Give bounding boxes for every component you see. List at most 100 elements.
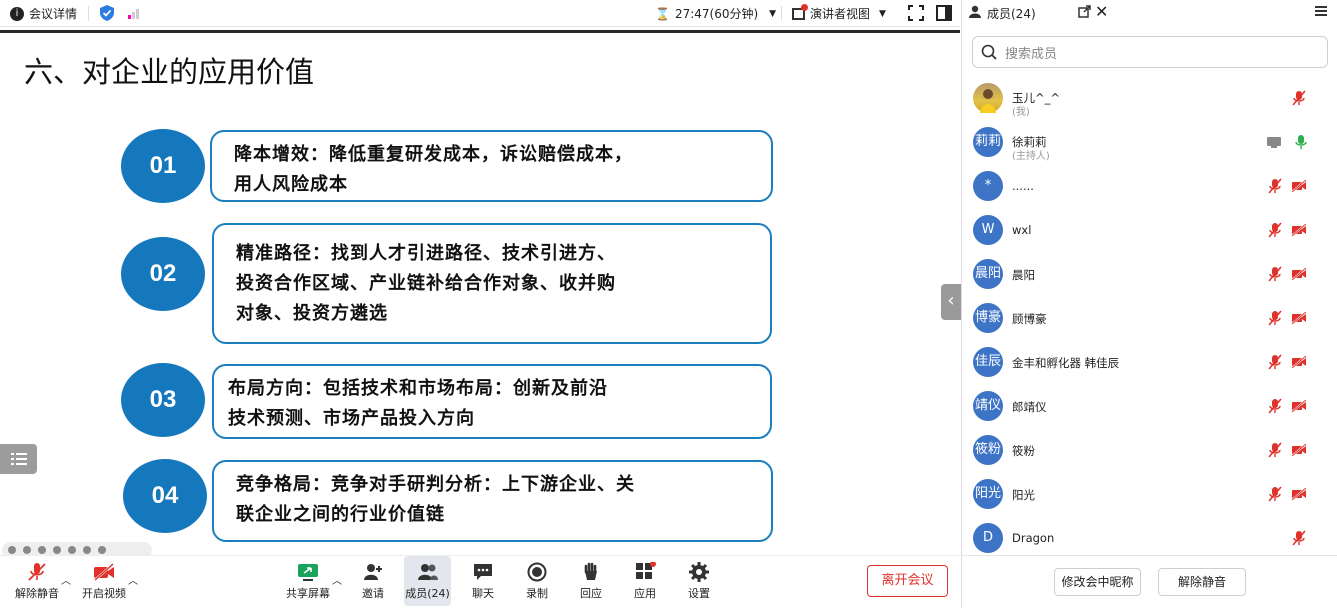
member-name: ...... bbox=[1012, 179, 1034, 193]
members-panel-footer: 修改会中昵称 解除静音 bbox=[962, 555, 1337, 608]
meeting-topbar: i 会议详情 ⌛ 27:47(60分钟) ▼ 演讲者视图 ▼ bbox=[0, 0, 960, 27]
close-icon[interactable]: ✕ bbox=[1095, 2, 1108, 21]
avatar: 靖仪 bbox=[973, 391, 1003, 421]
members-panel-title: 成员(24) bbox=[987, 7, 1036, 21]
member-name: 郎靖仪 bbox=[1012, 400, 1047, 414]
more-icon[interactable] bbox=[83, 546, 91, 554]
sidebar-toggle-icon[interactable] bbox=[936, 5, 952, 24]
mic-muted-icon[interactable] bbox=[1268, 222, 1282, 241]
avatar: W bbox=[973, 215, 1003, 245]
screenshot-icon[interactable] bbox=[53, 546, 61, 554]
mic-muted-icon[interactable] bbox=[1268, 354, 1282, 373]
avatar: 阳光 bbox=[973, 479, 1003, 509]
camera-off-icon[interactable] bbox=[1291, 443, 1307, 460]
mic-muted-icon bbox=[28, 563, 46, 581]
item-number-badge: 04 bbox=[123, 459, 207, 533]
mic-muted-icon[interactable] bbox=[1268, 178, 1282, 197]
meeting-toolbar: 解除静音 ︿ 开启视频 ︿ 共享屏幕 ︿ 邀请 成员(24) 聊天 录制 回应 … bbox=[0, 555, 960, 608]
search-placeholder: 搜索成员 bbox=[1005, 46, 1058, 62]
shared-slide: 六、对企业的应用价值 01 降本增效：降低重复研发成本，诉讼赔偿成本， 用人风险… bbox=[0, 30, 960, 553]
item-line: 竞争格局：竞争对手研判分析：上下游企业、关 bbox=[236, 474, 635, 495]
leave-meeting-button[interactable]: 离开会议 bbox=[867, 565, 948, 597]
prev-icon[interactable] bbox=[8, 546, 16, 554]
members-button[interactable]: 成员(24) bbox=[404, 556, 451, 606]
member-row[interactable]: Wwxl bbox=[962, 215, 1337, 259]
rename-button[interactable]: 修改会中昵称 bbox=[1054, 568, 1141, 596]
member-row[interactable]: 博豪 顾博豪 bbox=[962, 303, 1337, 347]
member-row[interactable]: 阳光 阳光 bbox=[962, 479, 1337, 523]
member-row[interactable]: 莉莉 徐莉莉 (主持人) bbox=[962, 127, 1337, 171]
avatar: D bbox=[973, 523, 1003, 553]
fullscreen-icon[interactable] bbox=[908, 5, 924, 24]
member-name: Dragon bbox=[1012, 531, 1055, 545]
start-video-button[interactable]: 开启视频 bbox=[78, 556, 130, 606]
security-shield-icon[interactable] bbox=[100, 5, 114, 24]
meeting-info-label: 会议详情 bbox=[29, 7, 78, 21]
share-screen-button[interactable]: 共享屏幕 bbox=[283, 556, 333, 606]
item-line: 布局方向：包括技术和市场布局：创新及前沿 bbox=[228, 378, 608, 399]
camera-off-icon[interactable] bbox=[1291, 487, 1307, 504]
members-panel-header: 成员(24) ✕ bbox=[962, 0, 1337, 26]
meeting-info-button[interactable]: i 会议详情 bbox=[10, 5, 77, 22]
view-switch-button[interactable]: 演讲者视图 ▼ bbox=[792, 3, 886, 22]
member-row[interactable]: 佳辰 金丰和孵化器 韩佳辰 bbox=[962, 347, 1337, 391]
meeting-timer[interactable]: ⌛ 27:47(60分钟) ▼ bbox=[655, 5, 776, 22]
camera-off-icon[interactable] bbox=[1291, 223, 1307, 240]
chat-label: 聊天 bbox=[472, 587, 494, 600]
member-row[interactable]: 玉儿^_^ (我) bbox=[962, 83, 1337, 127]
divider bbox=[88, 6, 89, 21]
collapse-icon[interactable] bbox=[98, 546, 106, 554]
chevron-up-icon[interactable]: ︿ bbox=[128, 572, 138, 587]
avatar: 筱粉 bbox=[973, 435, 1003, 465]
camera-off-icon[interactable] bbox=[1291, 267, 1307, 284]
unmute-button[interactable]: 解除静音 bbox=[10, 556, 64, 606]
record-label: 录制 bbox=[526, 587, 548, 600]
unmute-label: 解除静音 bbox=[15, 587, 59, 600]
mic-muted-icon[interactable] bbox=[1268, 310, 1282, 329]
member-search-input[interactable]: 搜索成员 bbox=[972, 36, 1328, 68]
collapse-panel-button[interactable]: ‹ bbox=[941, 284, 961, 320]
settings-button[interactable]: 设置 bbox=[678, 556, 720, 606]
apps-button[interactable]: 应用 bbox=[624, 556, 666, 606]
member-name: wxl bbox=[1012, 223, 1032, 237]
pen-icon[interactable] bbox=[38, 546, 46, 554]
mic-muted-icon[interactable] bbox=[1292, 530, 1306, 549]
avatar bbox=[973, 83, 1003, 113]
chevron-up-icon[interactable]: ︿ bbox=[61, 572, 71, 587]
record-button[interactable]: 录制 bbox=[516, 556, 558, 606]
mic-muted-icon[interactable] bbox=[1292, 90, 1306, 109]
mic-on-icon[interactable] bbox=[1294, 134, 1308, 153]
mic-muted-icon[interactable] bbox=[1268, 442, 1282, 461]
member-row[interactable]: 靖仪 郎靖仪 bbox=[962, 391, 1337, 435]
mic-muted-icon[interactable] bbox=[1268, 398, 1282, 417]
slide-list-button[interactable] bbox=[0, 444, 37, 474]
react-button[interactable]: 回应 bbox=[570, 556, 612, 606]
item-line: 精准路径：找到人才引进路径、技术引进方、 bbox=[236, 243, 616, 264]
camera-off-icon[interactable] bbox=[1291, 355, 1307, 372]
item-line: 技术预测、市场产品投入方向 bbox=[228, 408, 475, 429]
value-item-box: 降本增效：降低重复研发成本，诉讼赔偿成本， 用人风险成本 bbox=[210, 130, 773, 202]
timer-label: 27:47(60分钟) bbox=[674, 7, 759, 21]
member-row[interactable]: 晨阳 晨阳 bbox=[962, 259, 1337, 303]
menu-icon[interactable] bbox=[1315, 5, 1327, 20]
member-row[interactable]: 筱粉 筱粉 bbox=[962, 435, 1337, 479]
camera-off-icon[interactable] bbox=[1291, 399, 1307, 416]
chevron-up-icon[interactable]: ︿ bbox=[332, 572, 342, 587]
search-icon bbox=[981, 44, 997, 60]
popout-icon[interactable] bbox=[1078, 5, 1091, 21]
member-role: (主持人) bbox=[1012, 151, 1050, 162]
chat-button[interactable]: 聊天 bbox=[462, 556, 504, 606]
member-row[interactable]: *...... bbox=[962, 171, 1337, 215]
members-label: 成员(24) bbox=[405, 587, 450, 600]
invite-button[interactable]: 邀请 bbox=[352, 556, 394, 606]
camera-off-icon[interactable] bbox=[1291, 179, 1307, 196]
camera-icon[interactable] bbox=[68, 546, 76, 554]
next-icon[interactable] bbox=[23, 546, 31, 554]
member-name: 顾博豪 bbox=[1012, 312, 1047, 326]
mic-muted-icon[interactable] bbox=[1268, 266, 1282, 285]
list-icon bbox=[11, 453, 27, 465]
camera-off-icon[interactable] bbox=[1291, 311, 1307, 328]
item-line: 投资合作区域、产业链补给合作对象、收并购 bbox=[236, 273, 616, 294]
mic-muted-icon[interactable] bbox=[1268, 486, 1282, 505]
unmute-all-button[interactable]: 解除静音 bbox=[1158, 568, 1246, 596]
